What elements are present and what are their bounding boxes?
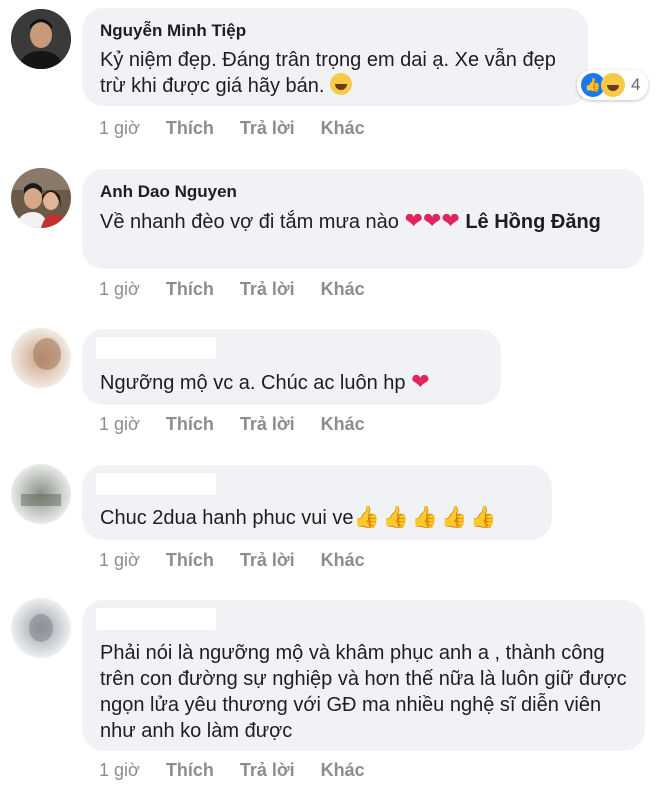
comment-text: Ngưỡng mộ vc a. Chúc ac luôn hp ❤ (100, 369, 430, 394)
avatar[interactable] (11, 598, 71, 658)
haha-reaction-icon (601, 73, 625, 97)
more-button[interactable]: Khác (321, 279, 365, 299)
timestamp[interactable]: 1 giờ (99, 414, 140, 434)
heart-emoji-icon: ❤ (411, 369, 430, 394)
comment-bubble: Chuc 2dua hanh phuc vui ve👍👍👍👍👍 (82, 465, 552, 540)
reply-button[interactable]: Trả lời (240, 414, 295, 434)
redacted-name (96, 608, 216, 630)
reply-button[interactable]: Trả lời (240, 550, 295, 570)
reply-button[interactable]: Trả lời (240, 760, 295, 780)
reply-button[interactable]: Trả lời (240, 118, 295, 138)
timestamp[interactable]: 1 giờ (99, 550, 140, 570)
more-button[interactable]: Khác (321, 414, 365, 434)
comment-actions: 1 giờ Thích Trả lời Khác (99, 118, 391, 139)
comment-bubble: Ngưỡng mộ vc a. Chúc ac luôn hp ❤ (82, 329, 501, 405)
profile-photo-icon (11, 168, 71, 228)
more-button[interactable]: Khác (321, 550, 365, 570)
avatar[interactable] (11, 168, 71, 228)
timestamp[interactable]: 1 giờ (99, 760, 140, 780)
mention-link[interactable]: Lê Hồng Đăng (465, 211, 601, 233)
comment-text: Chuc 2dua hanh phuc vui ve👍👍👍👍👍 (100, 506, 500, 529)
laughing-emoji-icon (330, 73, 353, 95)
like-button[interactable]: Thích (166, 279, 214, 299)
comment-actions: 1 giờ Thích Trả lời Khác (99, 550, 391, 571)
comment-bubble: Anh Dao Nguyen Về nhanh đèo vợ đi tắm mư… (82, 169, 644, 269)
like-button[interactable]: Thích (166, 118, 214, 138)
commenter-name[interactable]: Anh Dao Nguyen (100, 182, 626, 202)
thumbs-up-emoji-icon: 👍👍👍👍👍 (353, 506, 500, 529)
comment-actions: 1 giờ Thích Trả lời Khác (99, 414, 391, 435)
comment-bubble: Nguyễn Minh Tiệp Kỷ niệm đẹp. Đáng trân … (82, 8, 588, 106)
redacted-name (96, 337, 216, 359)
more-button[interactable]: Khác (321, 118, 365, 138)
comment-text: Về nhanh đèo vợ đi tắm mưa nào ❤❤❤ Lê Hồ… (100, 208, 601, 233)
more-button[interactable]: Khác (321, 760, 365, 780)
like-button[interactable]: Thích (166, 414, 214, 434)
avatar[interactable] (11, 328, 71, 388)
reaction-count: 4 (631, 75, 641, 94)
like-button[interactable]: Thích (166, 760, 214, 780)
reply-button[interactable]: Trả lời (240, 279, 295, 299)
like-button[interactable]: Thích (166, 550, 214, 570)
blurred-profile-photo-icon (11, 464, 71, 524)
commenter-name[interactable]: Nguyễn Minh Tiệp (100, 21, 570, 41)
comment-text: Phải nói là ngưỡng mộ và khâm phục anh a… (100, 642, 627, 742)
timestamp[interactable]: 1 giờ (99, 279, 140, 299)
avatar[interactable] (11, 464, 71, 524)
blurred-profile-photo-icon (11, 598, 71, 658)
avatar[interactable] (11, 9, 71, 69)
comment-actions: 1 giờ Thích Trả lời Khác (99, 760, 391, 781)
comment-actions: 1 giờ Thích Trả lời Khác (99, 279, 391, 300)
reaction-summary[interactable]: 👍 4 (577, 70, 649, 100)
comment-bubble: Phải nói là ngưỡng mộ và khâm phục anh a… (82, 600, 645, 751)
heart-emoji-icon: ❤❤❤ (404, 208, 460, 233)
comment-text: Kỷ niệm đẹp. Đáng trân trọng em dai ạ. X… (100, 49, 556, 97)
profile-photo-icon (11, 9, 71, 69)
timestamp[interactable]: 1 giờ (99, 118, 140, 138)
redacted-name (96, 473, 216, 495)
blurred-profile-photo-icon (11, 328, 71, 388)
